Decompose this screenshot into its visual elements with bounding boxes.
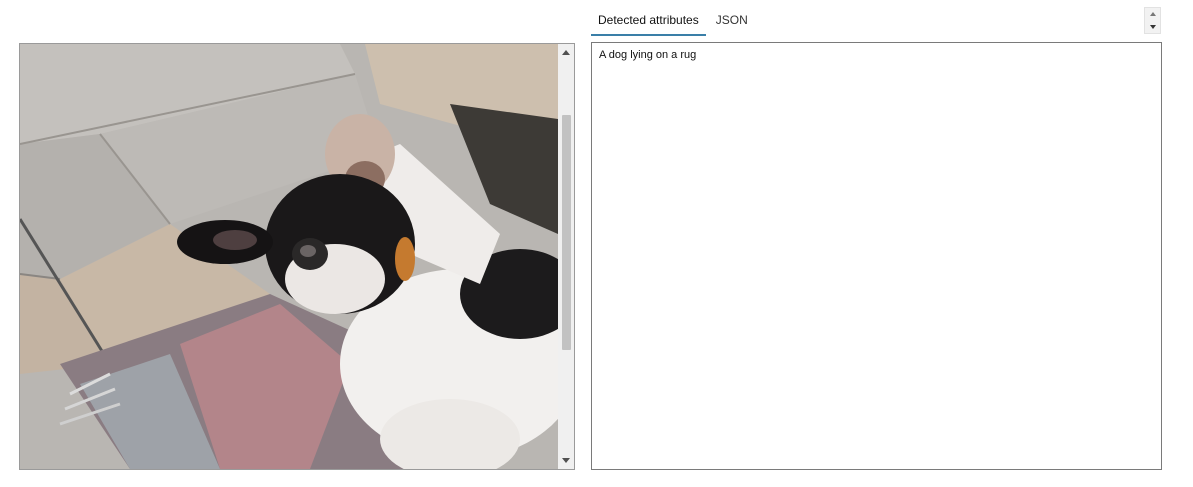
triangle-down-icon bbox=[562, 458, 570, 463]
result-textarea[interactable]: A dog lying on a rug bbox=[591, 42, 1162, 470]
result-tabs: Detected attributes JSON bbox=[591, 8, 758, 36]
dog-photo bbox=[20, 44, 558, 469]
scroll-thumb[interactable] bbox=[562, 115, 571, 350]
tab-json[interactable]: JSON bbox=[709, 8, 755, 36]
result-text: A dog lying on a rug bbox=[599, 49, 697, 61]
tab-scroll-down-button[interactable] bbox=[1145, 21, 1160, 33]
image-viewer bbox=[19, 43, 575, 470]
triangle-up-icon bbox=[562, 50, 570, 55]
tab-scroll-up-button[interactable] bbox=[1145, 8, 1160, 20]
scroll-down-button[interactable] bbox=[558, 452, 574, 469]
tab-scroll-control[interactable] bbox=[1144, 7, 1161, 34]
scroll-up-button[interactable] bbox=[558, 44, 574, 61]
image-scrollbar[interactable] bbox=[558, 44, 574, 469]
tab-detected-attributes[interactable]: Detected attributes bbox=[591, 8, 706, 36]
triangle-up-icon bbox=[1149, 12, 1156, 16]
triangle-down-icon bbox=[1149, 25, 1156, 29]
